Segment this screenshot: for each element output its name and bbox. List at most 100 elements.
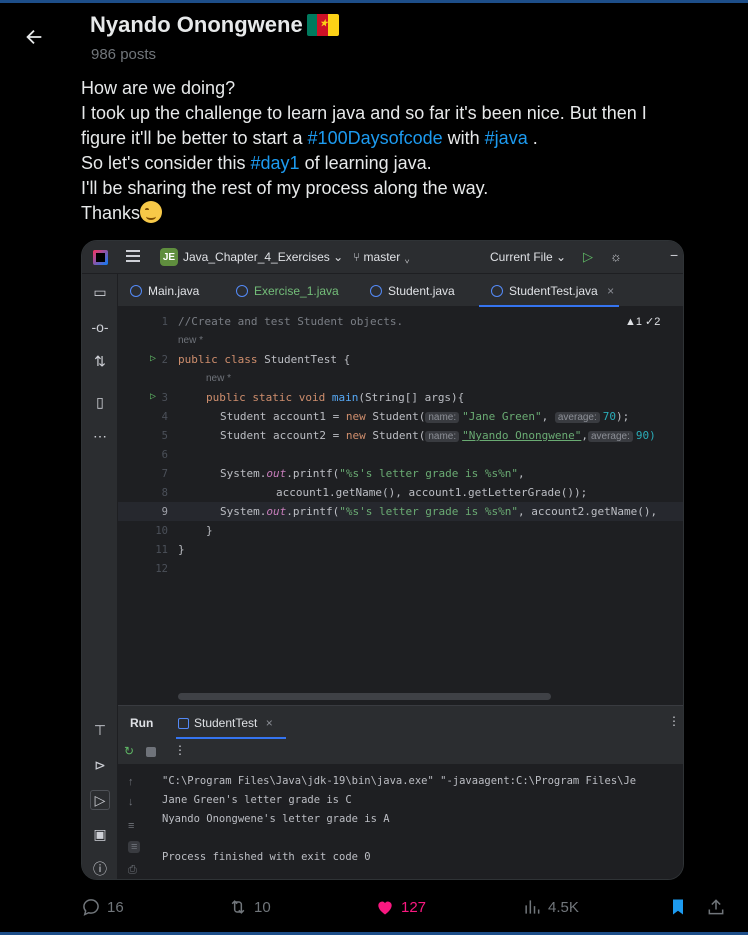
soft-wrap-icon: ≡ bbox=[128, 820, 135, 832]
build-icon: ⊤ bbox=[93, 721, 107, 738]
tweet-text-segment: . bbox=[527, 128, 538, 148]
run-configuration: Current File ⌄ bbox=[490, 250, 567, 264]
tab-student-java: Student.java bbox=[370, 284, 455, 298]
like-button[interactable]: 127 bbox=[375, 897, 426, 917]
line-number: 12 bbox=[155, 563, 168, 575]
options-icon: ⋮ bbox=[668, 714, 680, 728]
ide-title-bar: JE Java_Chapter_4_Exercises ⌄ ⑂ master ⌄… bbox=[82, 241, 683, 274]
reply-icon bbox=[83, 899, 99, 916]
tweet-line: So let's consider this #day1 of learning… bbox=[81, 151, 701, 176]
hashtag-link[interactable]: #100Daysofcode bbox=[308, 128, 443, 148]
project-name: Java_Chapter_4_Exercises ⌄ bbox=[183, 250, 344, 264]
run-panel-icon: ▷ bbox=[90, 790, 110, 810]
back-button[interactable] bbox=[14, 17, 54, 57]
tab-label: Student.java bbox=[388, 284, 455, 298]
line-number: 7 bbox=[161, 468, 168, 480]
param-hint: name: bbox=[425, 431, 460, 442]
bookmark-button[interactable] bbox=[668, 897, 688, 917]
code-text: Student account2 = bbox=[220, 429, 346, 442]
post-count: 986 posts bbox=[91, 46, 157, 63]
main-menu-icon bbox=[126, 250, 140, 264]
hashtag-link[interactable]: #java bbox=[485, 128, 528, 148]
debug-icon: ☼ bbox=[610, 249, 622, 264]
tab-label: Exercise_1.java bbox=[254, 284, 339, 298]
code-string: "%s's letter grade is %s%n" bbox=[339, 467, 519, 480]
code-editor: ▲1 ✓2 1 2 3 4 5 6 7 8 9 10 11 12 ▷ ▷ //C… bbox=[118, 307, 683, 705]
repost-button[interactable]: 10 bbox=[228, 897, 271, 917]
branch-name: master ⌄ bbox=[363, 250, 411, 264]
code-string: "Nyando Onongwene" bbox=[462, 429, 582, 442]
tweet-text-segment: with bbox=[442, 128, 485, 148]
tweet-text-segment: Thanks bbox=[81, 203, 141, 223]
inspection-widget: ▲1 ✓2 bbox=[625, 316, 661, 328]
view-count: 4.5K bbox=[548, 898, 579, 916]
tweet-line: I'll be sharing the rest of my process a… bbox=[81, 178, 489, 198]
code-line: public static void main(String[] args){ bbox=[206, 391, 464, 404]
code-comment: //Create and test Student objects. bbox=[178, 315, 404, 328]
class-icon bbox=[370, 285, 382, 297]
tweet-line: Thanks bbox=[81, 201, 701, 226]
code-text: Student( bbox=[372, 429, 426, 442]
code-line: public class StudentTest { bbox=[178, 353, 350, 366]
repost-icon bbox=[231, 900, 245, 914]
stop-icon bbox=[146, 747, 156, 757]
code-text: Student( bbox=[372, 410, 426, 423]
tab-main-java: Main.java bbox=[130, 284, 199, 298]
code-line: System.out.printf("%s's letter grade is … bbox=[220, 467, 525, 480]
code-keyword: new bbox=[345, 429, 373, 442]
tweet-text-segment: figure it'll be better to start a bbox=[81, 128, 308, 148]
code-line: account1.getName(), account1.getLetterGr… bbox=[276, 486, 588, 499]
author-hint: new * bbox=[178, 335, 204, 346]
console-output: "C:\Program Files\Java\jdk-19\bin\java.e… bbox=[162, 772, 636, 867]
editor-tabs: Main.java Exercise_1.java Student.java S… bbox=[118, 274, 683, 307]
line-number: 5 bbox=[161, 430, 168, 442]
code-text: .printf( bbox=[286, 467, 340, 480]
line-number: 10 bbox=[155, 525, 168, 537]
app-icon bbox=[178, 718, 189, 729]
code-text: System. bbox=[220, 505, 267, 518]
cameroon-flag-icon: ★ bbox=[306, 14, 339, 36]
code-line: System.out.printf("%s's letter grade is … bbox=[220, 505, 657, 518]
tab-label: StudentTest.java bbox=[509, 284, 598, 298]
like-count: 127 bbox=[401, 898, 427, 916]
project-badge: JE bbox=[160, 248, 178, 266]
line-number: 9 bbox=[161, 506, 168, 518]
code-keyword: public class bbox=[178, 353, 265, 366]
tweet-text: How are we doing? I took up the challeng… bbox=[81, 76, 701, 226]
line-number: 1 bbox=[161, 316, 168, 328]
arrow-left-icon bbox=[26, 29, 42, 45]
services-icon: ⊳ bbox=[94, 756, 106, 773]
code-keyword: public static void bbox=[206, 391, 332, 404]
share-button[interactable] bbox=[706, 897, 726, 917]
reply-button[interactable]: 16 bbox=[81, 897, 124, 917]
run-tab-label: StudentTest bbox=[194, 716, 258, 730]
tweet-line: How are we doing? bbox=[81, 78, 236, 98]
smiling-face-emoji-icon bbox=[140, 201, 163, 223]
code-line: } bbox=[178, 543, 185, 556]
code-text: StudentTest { bbox=[264, 353, 351, 366]
tab-label: Main.java bbox=[148, 284, 200, 298]
problems-icon: ⓘ bbox=[93, 861, 107, 877]
code-number: 90) bbox=[635, 429, 656, 442]
tweet-text-segment: of learning java. bbox=[299, 153, 432, 173]
rerun-icon: ↻ bbox=[124, 744, 135, 758]
profile-name[interactable]: Nyando Onongwene ★ bbox=[90, 12, 339, 38]
line-number: 8 bbox=[161, 487, 168, 499]
views-button[interactable]: 4.5K bbox=[522, 897, 579, 917]
tweet-actions: 16 10 127 4.5K bbox=[0, 895, 748, 923]
hashtag-link[interactable]: #day1 bbox=[251, 153, 300, 173]
branch-icon: ⑂ bbox=[353, 250, 364, 264]
more-icon: ⋮ bbox=[174, 743, 186, 757]
scroll-up-icon: ↑ bbox=[128, 776, 134, 788]
code-string: "%s's letter grade is %s%n" bbox=[339, 505, 519, 518]
tweet-text-segment: So let's consider this bbox=[81, 153, 251, 173]
more-icon: ⋯ bbox=[93, 427, 107, 444]
code-text: , bbox=[518, 467, 525, 480]
share-icon bbox=[708, 899, 724, 915]
horizontal-scrollbar bbox=[178, 693, 551, 700]
console-line: Process finished with exit code 0 bbox=[162, 851, 371, 863]
tweet-media-image[interactable]: JE Java_Chapter_4_Exercises ⌄ ⑂ master ⌄… bbox=[81, 240, 684, 880]
param-hint: average: bbox=[554, 412, 600, 423]
code-keyword: new bbox=[345, 410, 373, 423]
code-line: } bbox=[206, 524, 213, 537]
